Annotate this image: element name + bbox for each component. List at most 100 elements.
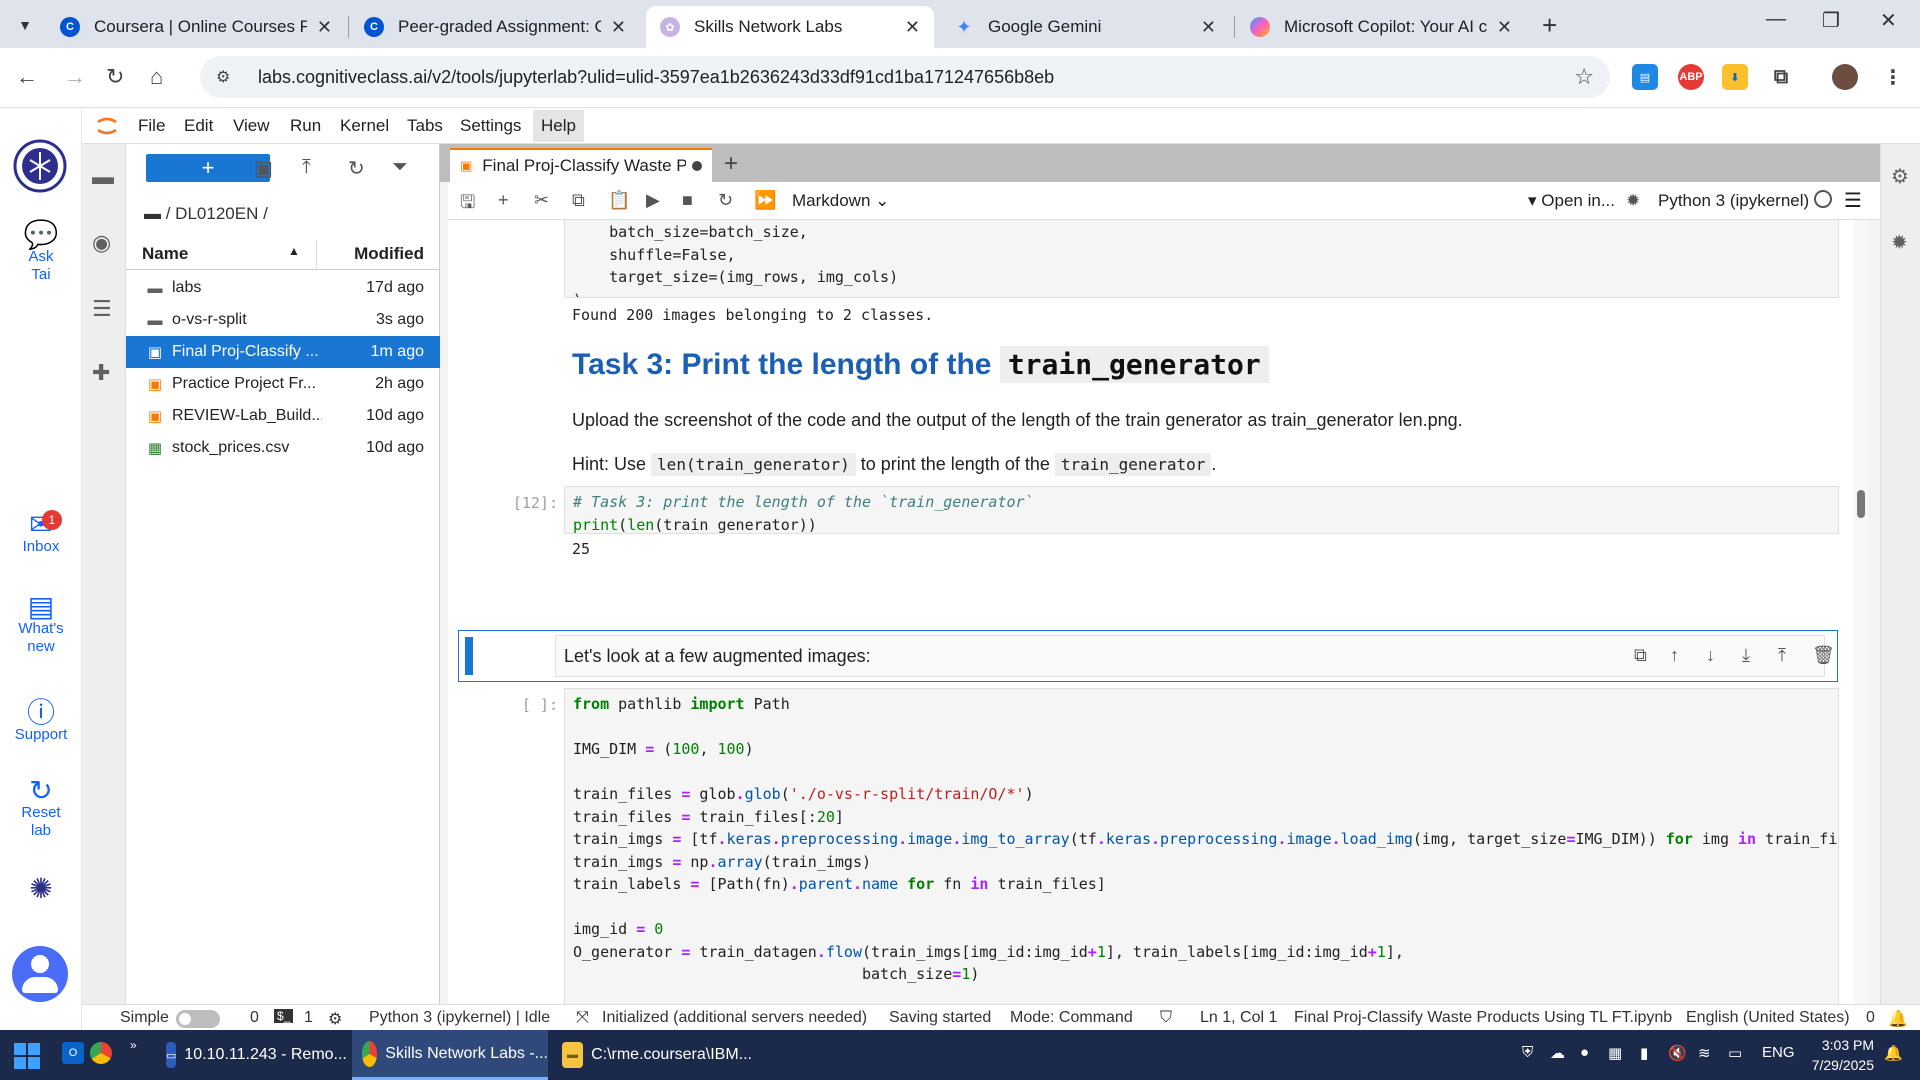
close-tab-icon[interactable]: ✕ bbox=[905, 17, 920, 38]
taskbar-file-explorer[interactable]: ▬ C:\rme.coursera\IBM... bbox=[552, 1030, 752, 1080]
file-row[interactable]: ▣ REVIEW-Lab_Build... 10d ago bbox=[126, 400, 440, 432]
outlook-icon[interactable]: O bbox=[62, 1042, 84, 1064]
profile-avatar[interactable] bbox=[1832, 64, 1858, 90]
new-folder-icon[interactable]: ▣ bbox=[254, 156, 273, 181]
extensions-puzzle-icon[interactable]: ⧉ bbox=[1768, 64, 1794, 90]
file-row[interactable]: ▣ Practice Project Fr... 2h ago bbox=[126, 368, 440, 400]
file-row[interactable]: ▦ stock_prices.csv 10d ago bbox=[126, 432, 440, 464]
menu-tabs[interactable]: Tabs bbox=[407, 116, 443, 136]
forward-arrow-icon[interactable]: → bbox=[64, 64, 86, 90]
kernel-name[interactable]: Python 3 (ipykernel) bbox=[1658, 191, 1809, 211]
adblock-extension-icon[interactable]: ABP bbox=[1678, 64, 1704, 90]
extensions-puzzle-icon[interactable]: ✚ bbox=[92, 360, 110, 386]
network-share-tray-icon[interactable]: ☁ bbox=[1550, 1044, 1565, 1062]
modified-column-header[interactable]: Modified bbox=[354, 244, 424, 264]
close-tab-icon[interactable]: ✕ bbox=[317, 17, 332, 38]
property-inspector-gear-icon[interactable]: ⚙ bbox=[1891, 164, 1909, 189]
lsp-status[interactable]: Initialized (additional servers needed) bbox=[602, 1009, 867, 1027]
open-in-dropdown[interactable]: ▾ Open in... bbox=[1528, 191, 1615, 211]
terminal-icon[interactable]: $_ bbox=[274, 1009, 294, 1023]
back-arrow-icon[interactable]: ← bbox=[16, 64, 38, 90]
minimize-icon[interactable]: — bbox=[1766, 8, 1786, 31]
bookmark-star-icon[interactable]: ☆ bbox=[1574, 64, 1594, 90]
running-stop-icon[interactable]: ◉ bbox=[92, 230, 111, 256]
file-row[interactable]: ▬ labs 17d ago bbox=[126, 272, 440, 304]
menu-file[interactable]: File bbox=[138, 116, 165, 136]
close-tab-icon[interactable]: ✕ bbox=[611, 17, 626, 38]
restore-icon[interactable]: ❐ bbox=[1822, 8, 1840, 33]
notification-bell-icon[interactable]: 🔔 bbox=[1884, 1044, 1903, 1062]
reload-icon[interactable]: ↻ bbox=[106, 64, 124, 90]
tab-search-chevron-icon[interactable]: ▼ bbox=[10, 11, 40, 39]
taskbar-chrome[interactable]: Skills Network Labs -... bbox=[352, 1030, 548, 1080]
url-text[interactable]: labs.cognitiveclass.ai/v2/tools/jupyterl… bbox=[258, 67, 1054, 88]
filter-icon[interactable]: ⏷ bbox=[392, 156, 408, 179]
stop-icon[interactable]: ■ bbox=[682, 190, 693, 211]
debugger-bug-icon[interactable]: ✹ bbox=[1891, 230, 1908, 255]
restart-icon[interactable]: ↻ bbox=[718, 190, 733, 211]
theme-toggle[interactable]: ✺ bbox=[0, 875, 82, 903]
grid-app-tray-icon[interactable]: ▦ bbox=[1608, 1044, 1622, 1062]
input-language[interactable]: ENG bbox=[1762, 1044, 1795, 1061]
rail-support[interactable]: ⓘ Support bbox=[0, 699, 82, 744]
usb-tray-icon[interactable]: ▮ bbox=[1640, 1044, 1648, 1062]
battery-icon[interactable]: ▭ bbox=[1728, 1044, 1742, 1062]
close-window-icon[interactable]: ✕ bbox=[1880, 8, 1897, 33]
browser-tab-gemini[interactable]: ✦ Google Gemini ✕ bbox=[940, 6, 1230, 48]
scrollbar-thumb[interactable] bbox=[1857, 490, 1865, 518]
trusted-shield-icon[interactable]: ⛉ bbox=[1160, 1009, 1172, 1027]
insert-cell-icon[interactable]: + bbox=[498, 190, 509, 211]
cut-icon[interactable]: ✂ bbox=[534, 190, 549, 211]
table-of-contents-icon[interactable]: ☰ bbox=[92, 296, 112, 322]
save-icon[interactable]: 🖫 bbox=[460, 190, 475, 220]
download-extension-icon[interactable]: ⬇ bbox=[1722, 64, 1748, 90]
home-icon[interactable]: ⌂ bbox=[150, 64, 163, 90]
new-launcher-button[interactable]: + bbox=[146, 154, 270, 182]
folder-icon[interactable]: ▬ bbox=[92, 164, 114, 190]
wifi-icon[interactable]: ≋ bbox=[1698, 1044, 1711, 1062]
new-launcher-plus-icon[interactable]: + bbox=[724, 150, 738, 178]
menu-help[interactable]: Help bbox=[533, 110, 584, 142]
menu-run[interactable]: Run bbox=[290, 116, 321, 136]
kernel-status[interactable]: Python 3 (ipykernel) | Idle bbox=[369, 1009, 550, 1027]
debugger-bug-icon[interactable]: ✹ bbox=[1626, 191, 1640, 211]
rail-ask-tai[interactable]: 💬 Ask Tai bbox=[0, 221, 82, 284]
cell-type-select[interactable]: Markdown ⌄ bbox=[792, 191, 889, 211]
insert-below-icon[interactable]: ⤓ bbox=[1742, 645, 1750, 666]
refresh-icon[interactable]: ↻ bbox=[348, 156, 365, 181]
rail-reset-lab[interactable]: ↻ Reset lab bbox=[0, 777, 82, 840]
duplicate-cell-icon[interactable]: ⧉ bbox=[1634, 645, 1647, 666]
chrome-pinned-icon[interactable] bbox=[90, 1042, 112, 1064]
menu-kernel[interactable]: Kernel bbox=[340, 116, 389, 136]
move-down-arrow-icon[interactable]: ↓ bbox=[1706, 645, 1715, 666]
run-icon[interactable]: ▶ bbox=[646, 190, 660, 211]
url-bar[interactable]: ⚙ labs.cognitiveclass.ai/v2/tools/jupyte… bbox=[200, 56, 1610, 98]
notebook-scrollbar[interactable] bbox=[1854, 220, 1868, 1030]
breadcrumb[interactable]: ▬ / DL0120EN / bbox=[144, 204, 268, 224]
file-row[interactable]: ▣ Final Proj-Classify ... 1m ago bbox=[126, 336, 440, 368]
code-cell-12[interactable]: # Task 3: print the length of the `train… bbox=[564, 486, 1839, 534]
copy-icon[interactable]: ⧉ bbox=[572, 190, 585, 211]
menu-edit[interactable]: Edit bbox=[184, 116, 213, 136]
system-clock[interactable]: 3:03 PM 7/29/2025 bbox=[1812, 1035, 1874, 1075]
volume-muted-icon[interactable]: 🔇 bbox=[1668, 1044, 1687, 1062]
cursor-position[interactable]: Ln 1, Col 1 bbox=[1200, 1009, 1277, 1027]
run-all-icon[interactable]: ⏩ bbox=[754, 190, 776, 211]
notebook-tab[interactable]: ▣ Final Proj-Classify Waste Proc bbox=[450, 148, 712, 182]
windows-start-icon[interactable] bbox=[14, 1043, 40, 1069]
notification-count[interactable]: 0 bbox=[1866, 1009, 1875, 1027]
overflow-chevron-icon[interactable]: » bbox=[130, 1038, 137, 1052]
printer-extension-icon[interactable]: ▤ bbox=[1632, 64, 1658, 90]
upload-icon[interactable]: ⤒ bbox=[302, 156, 311, 179]
move-up-arrow-icon[interactable]: ↑ bbox=[1670, 645, 1679, 666]
user-avatar[interactable] bbox=[12, 946, 68, 1002]
security-tray-icon[interactable]: ● bbox=[1580, 1044, 1589, 1061]
language-select[interactable]: English (United States) bbox=[1686, 1009, 1850, 1027]
new-tab-plus-icon[interactable]: + bbox=[1542, 10, 1557, 41]
simple-mode-toggle[interactable] bbox=[176, 1010, 220, 1028]
browser-tab-coursera[interactable]: C Coursera | Online Courses From ✕ bbox=[46, 6, 346, 48]
insert-above-icon[interactable]: ⤒ bbox=[1778, 645, 1786, 666]
menu-view[interactable]: View bbox=[233, 116, 270, 136]
rail-whats-new[interactable]: ▤ What's new bbox=[0, 593, 82, 656]
kernel-gear-icon[interactable]: ⚙ bbox=[328, 1009, 342, 1029]
